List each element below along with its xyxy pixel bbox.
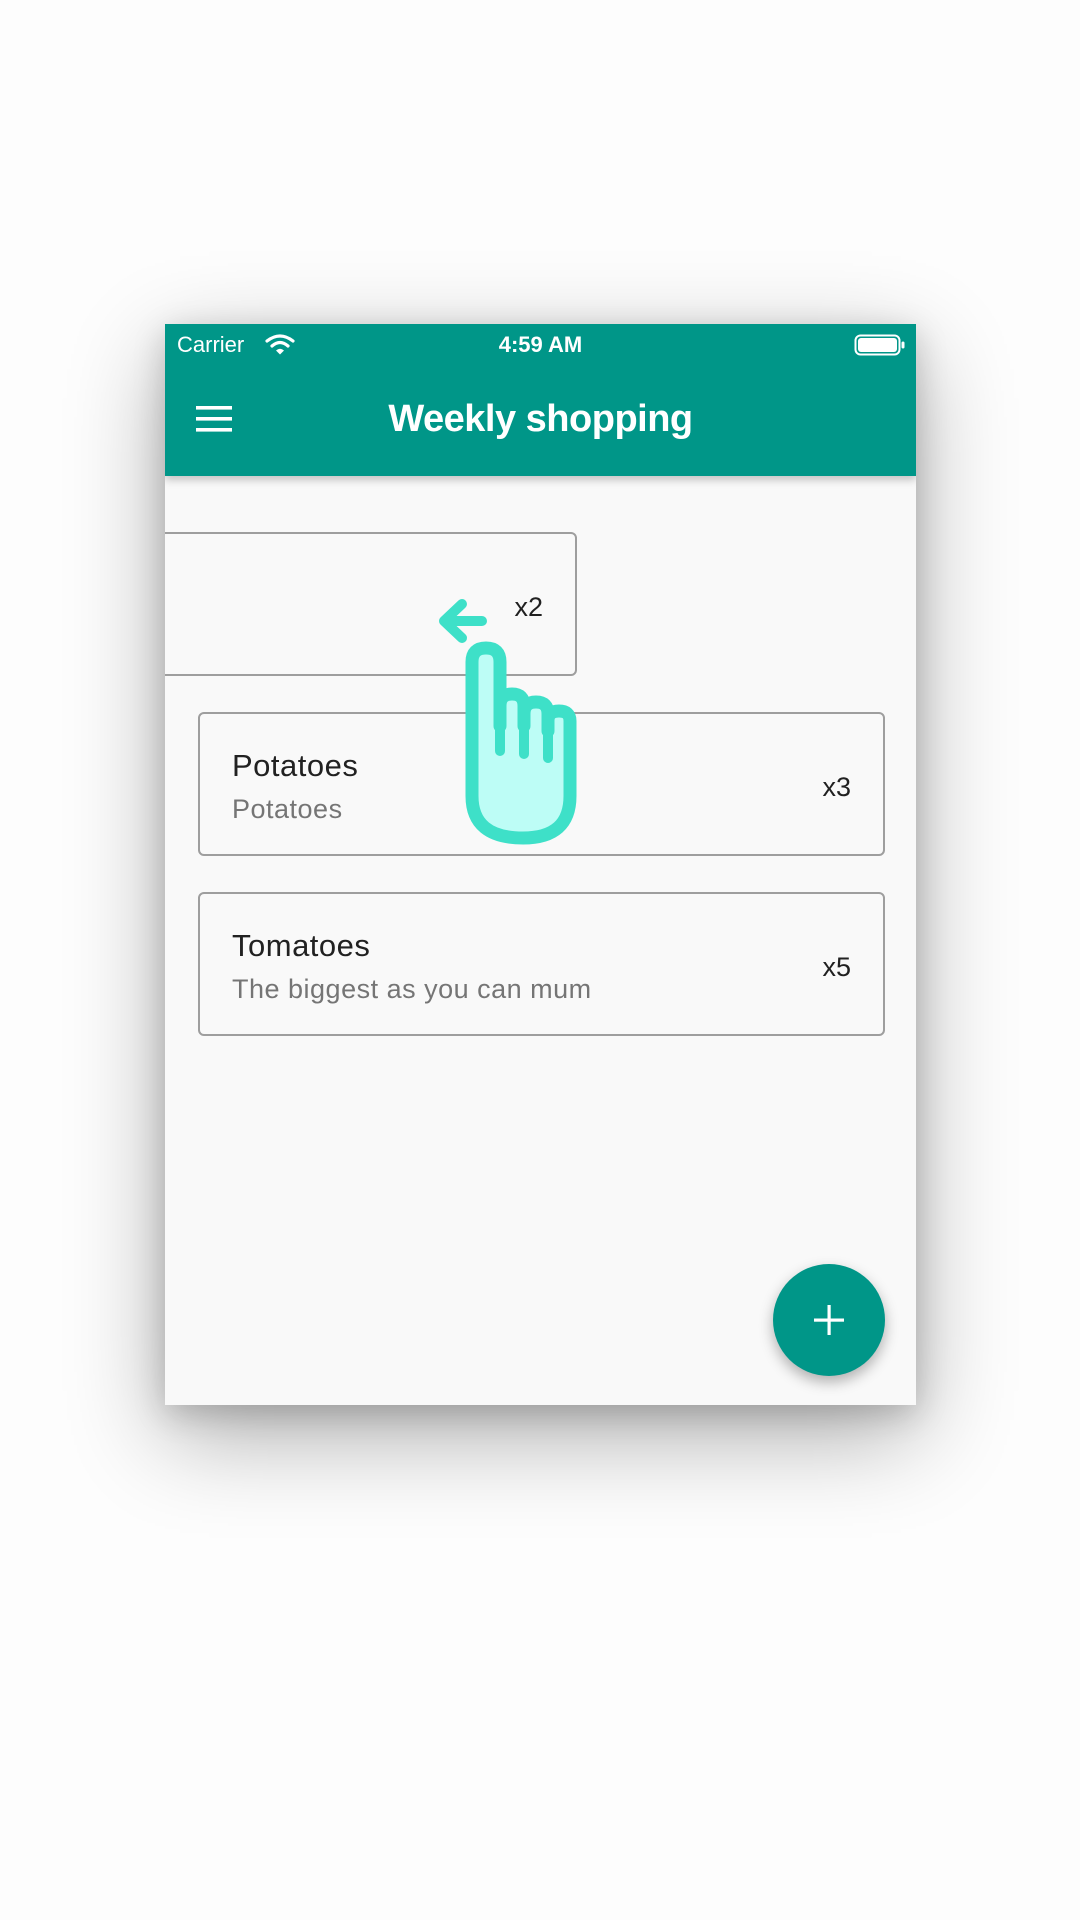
- item-note: The biggest as you can mum: [232, 974, 592, 1004]
- screen: Carrier 4:59 AM Weekly shopping x2 Potat…: [0, 0, 1080, 1920]
- status-time: 4:59 AM: [498, 332, 583, 357]
- page-title: Weekly shopping: [388, 398, 693, 440]
- status-bar: Carrier 4:59 AM: [165, 324, 916, 364]
- app-bar: Carrier 4:59 AM Weekly shopping: [165, 324, 916, 476]
- item-note: Potatoes: [232, 794, 343, 824]
- item-name: Tomatoes: [232, 928, 371, 963]
- battery-icon: [854, 334, 905, 356]
- item-quantity: x5: [822, 952, 851, 982]
- list-item[interactable]: Tomatoes The biggest as you can mum x5: [198, 892, 885, 1036]
- add-item-button[interactable]: [773, 1264, 885, 1376]
- plus-icon: [814, 1305, 844, 1335]
- phone-frame: Carrier 4:59 AM Weekly shopping x2 Potat…: [165, 324, 916, 1405]
- item-name: Potatoes: [232, 748, 359, 783]
- swipe-left-hand-icon: [439, 599, 577, 845]
- item-quantity: x3: [822, 772, 851, 802]
- toolbar: Weekly shopping: [165, 364, 916, 476]
